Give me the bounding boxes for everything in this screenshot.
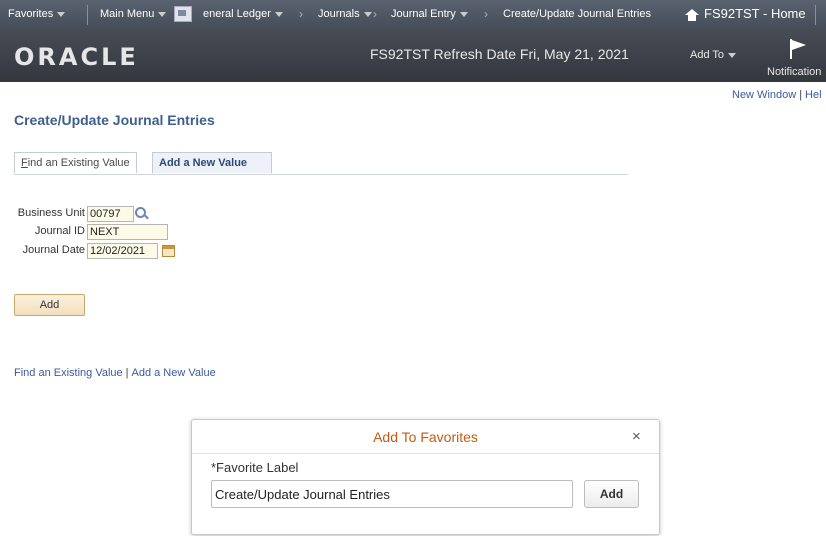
chevron-down-icon — [363, 11, 372, 17]
favorites-label: Favorites — [8, 8, 54, 20]
calendar-icon[interactable] — [162, 245, 175, 257]
home-icon — [685, 8, 699, 21]
add-new-value-link[interactable]: Add a New Value — [132, 367, 216, 379]
breadcrumb-separator-icon: › — [373, 7, 377, 21]
tab-add-new-value[interactable]: Add a New Value — [152, 152, 272, 174]
new-window-link[interactable]: New Window — [732, 89, 796, 101]
journal-date-label: Journal Date — [22, 244, 85, 256]
favorite-label-caption: *Favorite Label — [211, 460, 299, 475]
breadcrumb-journal-entry-label: Journal Entry — [391, 8, 456, 20]
chevron-down-icon — [274, 11, 283, 17]
home-link[interactable]: FS92TST - Home — [685, 0, 806, 30]
breadcrumb-current-page[interactable]: Create/Update Journal Entries — [503, 0, 651, 30]
breadcrumb-journals-label: Journals — [318, 8, 360, 20]
tab-find-existing-value[interactable]: Find an Existing Value — [14, 152, 137, 173]
journal-date-input[interactable]: 12/02/2021 — [87, 243, 158, 259]
breadcrumb-separator-icon: › — [299, 7, 303, 21]
add-to-label: Add To — [690, 49, 725, 61]
favorites-menu[interactable]: Favorites — [8, 0, 66, 30]
journal-id-input[interactable]: NEXT — [87, 224, 168, 240]
refresh-date-text: FS92TST Refresh Date Fri, May 21, 2021 — [370, 46, 629, 62]
top-navigation-bar: Favorites Main Menu eneral Ledger › Jour… — [0, 0, 826, 30]
bottom-links: Find an Existing Value | Add a New Value — [14, 367, 216, 379]
image-icon — [174, 6, 192, 22]
breadcrumb-general-ledger[interactable]: eneral Ledger — [203, 0, 283, 30]
oracle-logo: ORACLE — [14, 43, 139, 71]
search-tabs: Find an Existing Value Add a New Value — [14, 152, 628, 175]
business-unit-input[interactable]: 00797 — [87, 206, 134, 222]
flag-icon[interactable] — [789, 39, 807, 59]
add-to-menu[interactable]: Add To — [690, 49, 737, 61]
journal-id-label: Journal ID — [34, 225, 85, 237]
find-existing-value-link[interactable]: Find an Existing Value — [14, 367, 123, 379]
help-link[interactable]: Hel — [805, 89, 822, 101]
chevron-down-icon — [158, 11, 167, 17]
nav-divider — [815, 5, 816, 25]
notification-label[interactable]: Notification — [767, 66, 821, 78]
chevron-down-icon — [728, 52, 737, 58]
business-unit-label: Business Unit — [17, 207, 85, 219]
tab-accesskey-letter: F — [21, 157, 28, 169]
page-links: New Window | Hel — [732, 89, 822, 101]
nav-divider — [87, 5, 88, 25]
home-label: FS92TST - Home — [704, 6, 806, 21]
main-menu-label: Main Menu — [100, 8, 155, 20]
link-divider: | — [125, 367, 129, 379]
breadcrumb-separator-icon: › — [484, 7, 488, 21]
favorite-label-input[interactable]: Create/Update Journal Entries — [211, 480, 573, 508]
tab-find-existing-label: ind an Existing Value — [27, 157, 130, 169]
close-icon[interactable]: × — [632, 428, 641, 445]
main-menu[interactable]: Main Menu — [100, 0, 167, 30]
breadcrumb-journal-entry[interactable]: Journal Entry — [391, 0, 468, 30]
chevron-down-icon — [57, 11, 66, 17]
add-button[interactable]: Add — [14, 294, 85, 316]
lookup-search-icon[interactable] — [135, 207, 146, 218]
breadcrumb-journals[interactable]: Journals — [318, 0, 372, 30]
link-divider: | — [799, 89, 803, 101]
dialog-header: Add To Favorites × — [192, 420, 659, 454]
dialog-title: Add To Favorites — [373, 429, 478, 445]
page-title: Create/Update Journal Entries — [14, 112, 215, 128]
chevron-down-icon — [459, 11, 468, 17]
add-to-favorites-dialog: Add To Favorites × *Favorite Label Creat… — [191, 419, 660, 535]
header-banner: ORACLE FS92TST Refresh Date Fri, May 21,… — [0, 30, 826, 82]
breadcrumb-general-ledger-label: eneral Ledger — [203, 8, 271, 20]
add-favorite-button[interactable]: Add — [584, 480, 639, 508]
